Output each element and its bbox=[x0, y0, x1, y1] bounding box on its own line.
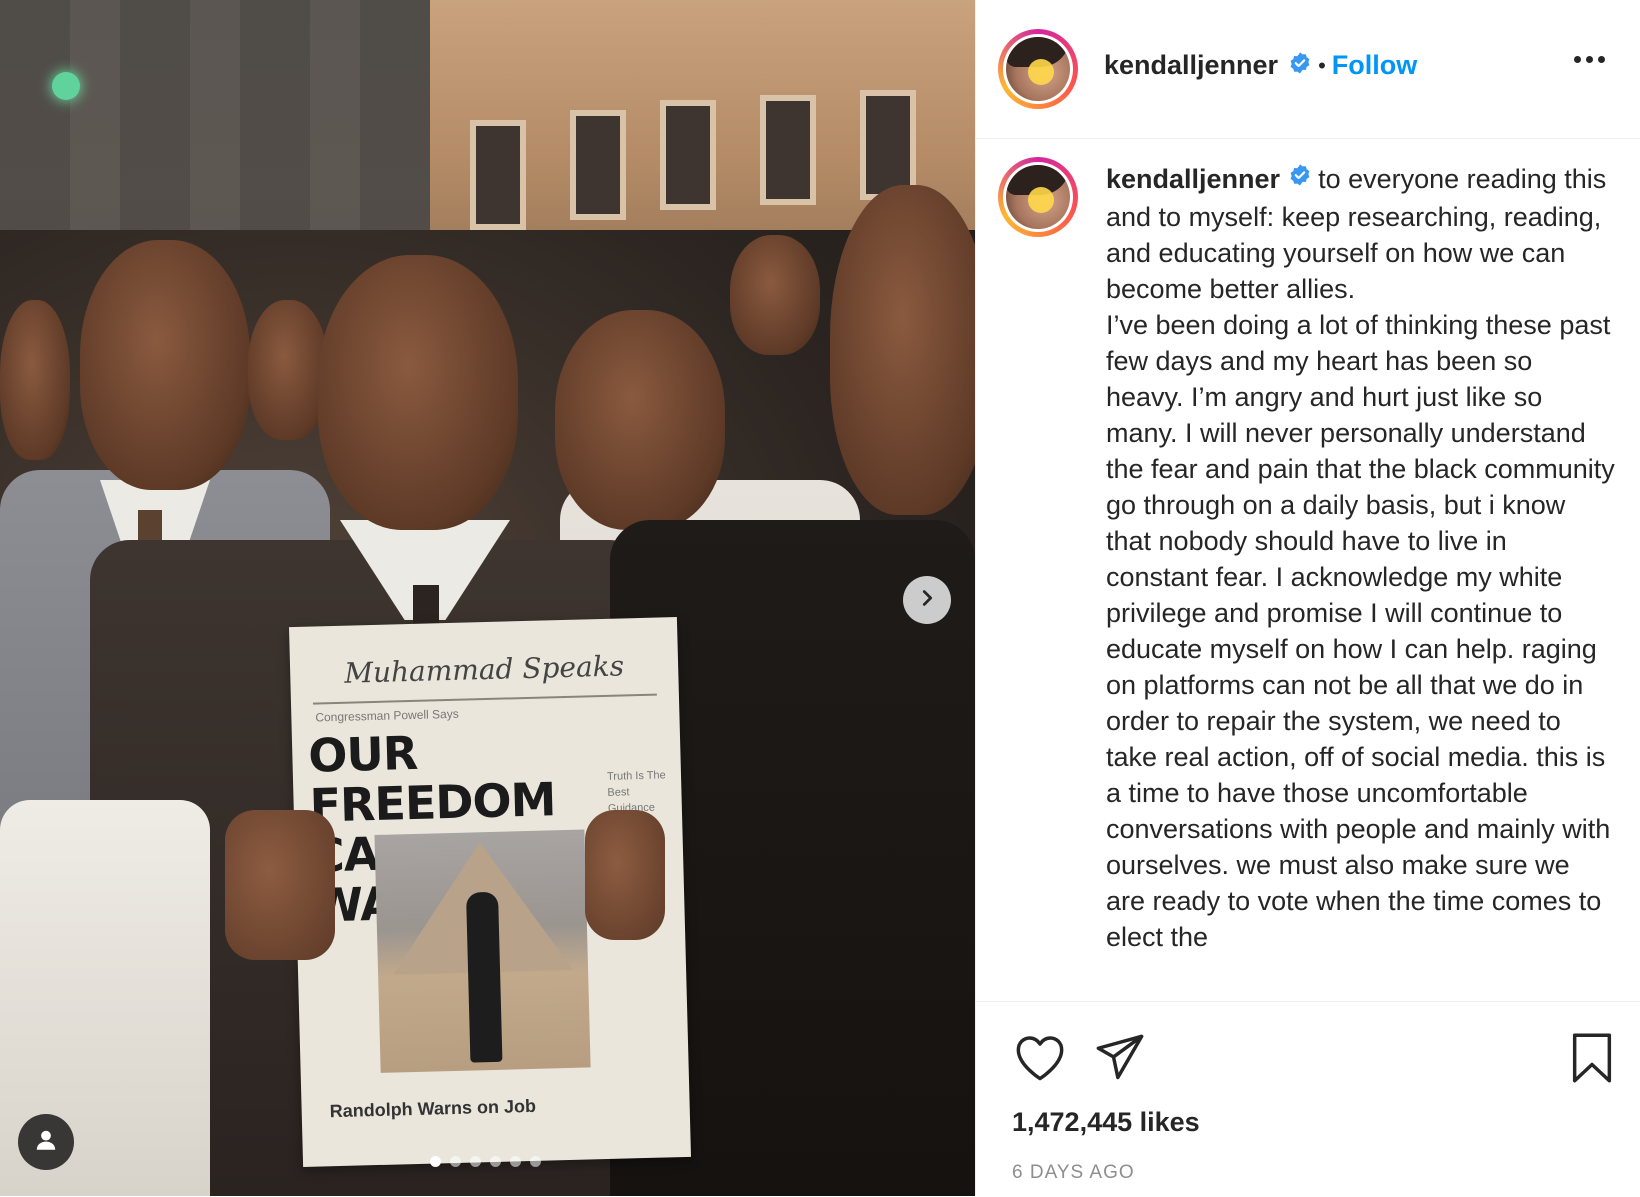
newspaper-masthead: Muhammad Speaks bbox=[311, 637, 657, 705]
newspaper-subhead: Congressman Powell Says bbox=[315, 706, 459, 725]
carousel-dot bbox=[470, 1156, 481, 1167]
newspaper-footer: Randolph Warns on Job bbox=[329, 1095, 537, 1122]
like-button[interactable] bbox=[1012, 1032, 1068, 1088]
caption-avatar[interactable] bbox=[998, 157, 1078, 237]
newspaper-photo bbox=[374, 829, 591, 1073]
post-image[interactable]: Muhammad Speaks Congressman Powell Says … bbox=[0, 0, 975, 1196]
user-tag-icon bbox=[33, 1127, 59, 1158]
verified-badge-icon bbox=[1288, 51, 1312, 80]
person-right-edge bbox=[830, 185, 975, 515]
person-center-right bbox=[555, 310, 725, 530]
caption-username[interactable]: kendalljenner bbox=[1106, 164, 1280, 194]
carousel-dot bbox=[510, 1156, 521, 1167]
instagram-post: Muhammad Speaks Congressman Powell Says … bbox=[0, 0, 1640, 1196]
save-button[interactable] bbox=[1564, 1030, 1620, 1090]
carousel-dot bbox=[450, 1156, 461, 1167]
post-caption: kendalljenner to everyone reading this an… bbox=[1106, 161, 1616, 955]
post-actions: 1,472,445 likes 6 DAYS AGO bbox=[976, 1001, 1640, 1197]
next-slide-button[interactable] bbox=[903, 576, 951, 624]
bookmark-icon bbox=[1570, 1032, 1614, 1089]
share-button[interactable] bbox=[1092, 1032, 1148, 1088]
comments-area: kendalljenner to everyone reading this an… bbox=[976, 139, 1640, 1001]
carousel-dot bbox=[530, 1156, 541, 1167]
carousel-dot bbox=[490, 1156, 501, 1167]
author-avatar[interactable] bbox=[998, 29, 1078, 109]
carousel-dot bbox=[430, 1156, 441, 1167]
traffic-light bbox=[52, 72, 80, 100]
chevron-right-icon bbox=[916, 587, 938, 614]
author-username[interactable]: kendalljenner bbox=[1104, 50, 1278, 81]
verified-badge-icon bbox=[1288, 160, 1312, 196]
post-side-panel: kendalljenner • Follow kendalljenner to e… bbox=[975, 0, 1640, 1196]
likes-count[interactable]: 1,472,445 likes bbox=[1012, 1107, 1200, 1138]
carousel-dots bbox=[430, 1156, 541, 1167]
send-icon bbox=[1094, 1033, 1146, 1088]
post-date[interactable]: 6 DAYS AGO bbox=[1012, 1162, 1135, 1184]
tagged-users-button[interactable] bbox=[18, 1114, 74, 1170]
person-holding-newspaper bbox=[318, 255, 518, 530]
caption-body: to everyone reading this and to myself: … bbox=[1106, 164, 1615, 952]
person-left bbox=[80, 240, 250, 490]
heart-icon bbox=[1014, 1034, 1066, 1087]
follow-button[interactable]: Follow bbox=[1332, 50, 1417, 81]
post-header: kendalljenner • Follow bbox=[976, 0, 1640, 139]
header-separator: • bbox=[1318, 52, 1326, 78]
more-options-icon[interactable] bbox=[1574, 56, 1605, 63]
